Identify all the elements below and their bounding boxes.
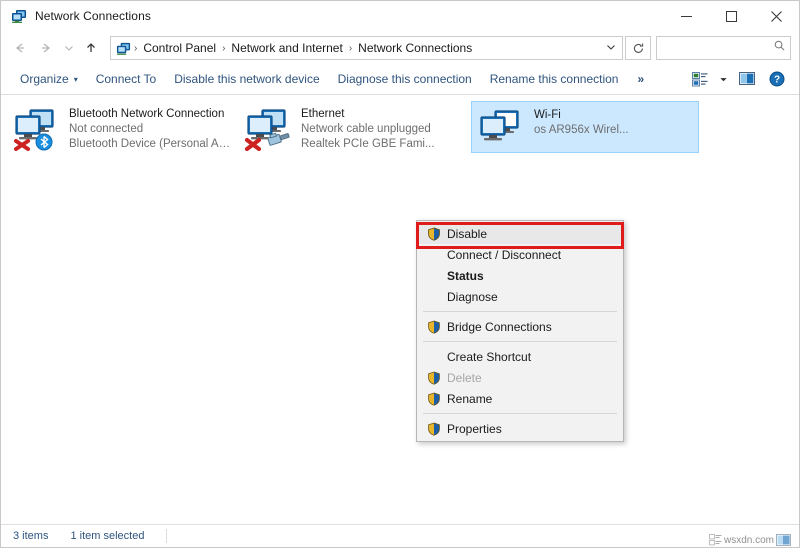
breadcrumb[interactable]: › Control Panel › Network and Internet ›… (110, 36, 623, 60)
menu-item-label: Properties (447, 422, 502, 436)
command-label: Organize (20, 72, 69, 86)
svg-text:?: ? (774, 75, 780, 86)
shield-icon (421, 227, 447, 241)
menu-item-label: Delete (447, 371, 482, 385)
back-button[interactable] (7, 35, 33, 61)
minimize-button[interactable] (664, 1, 709, 32)
refresh-button[interactable] (625, 36, 651, 60)
network-connections-window: Network Connections (0, 0, 800, 548)
connection-item-bluetooth[interactable]: Bluetooth Network Connection Not connect… (7, 101, 235, 153)
window-title: Network Connections (35, 9, 151, 23)
menu-item-label: Status (447, 269, 484, 283)
command-rename-this-connection[interactable]: Rename this connection (481, 67, 628, 91)
menu-item-bridge-connections[interactable]: Bridge Connections (417, 316, 623, 337)
search-icon (773, 39, 786, 57)
command-diagnose-this-connection[interactable]: Diagnose this connection (329, 67, 481, 91)
menu-item-create-shortcut[interactable]: Create Shortcut (417, 346, 623, 367)
menu-item-connect-disconnect[interactable]: Connect / Disconnect (417, 244, 623, 265)
view-caret-icon[interactable] (716, 67, 731, 91)
network-connections-icon (11, 8, 27, 24)
command-label: Diagnose this connection (338, 72, 472, 86)
menu-item-disable[interactable]: Disable (417, 223, 623, 244)
watermark-pane-icon (776, 534, 791, 546)
window-buttons (664, 1, 799, 32)
connection-name: Bluetooth Network Connection (69, 107, 231, 122)
shield-icon (421, 392, 447, 406)
maximize-button[interactable] (709, 1, 754, 32)
menu-item-properties[interactable]: Properties (417, 418, 623, 439)
connection-device: Realtek PCIe GBE Fami... (301, 137, 435, 152)
menu-separator (423, 311, 617, 312)
menu-item-rename[interactable]: Rename (417, 388, 623, 409)
chevron-down-icon[interactable] (602, 42, 620, 54)
command-connect-to[interactable]: Connect To (87, 67, 166, 91)
search-box[interactable] (656, 36, 791, 60)
help-icon[interactable]: ? (763, 67, 791, 91)
connection-status: Network cable unplugged (301, 122, 435, 137)
watermark-text: wsxdn.com (724, 535, 774, 546)
breadcrumb-item-network-connections[interactable]: Network Connections (353, 39, 477, 57)
menu-item-label: Connect / Disconnect (447, 248, 561, 262)
menu-item-status[interactable]: Status (417, 265, 623, 286)
watermark: wsxdn.com (709, 534, 791, 546)
command-organize[interactable]: Organize ▾ (11, 67, 87, 91)
status-bar: 3 items 1 item selected wsxdn.com (1, 524, 799, 547)
connection-item-wifi[interactable]: Wi-Fi os AR956x Wirel... (471, 101, 699, 153)
shield-icon (421, 422, 447, 436)
command-label: Connect To (96, 72, 157, 86)
menu-item-label: Create Shortcut (447, 350, 531, 364)
breadcrumb-network-icon (116, 41, 131, 56)
command-label: Disable this network device (174, 72, 319, 86)
command-bar-right-icons: ? (686, 67, 799, 91)
shield-icon (421, 320, 447, 334)
wifi-adapter-icon (478, 106, 528, 152)
command-label: Rename this connection (490, 72, 619, 86)
selection-label: 1 item selected (70, 530, 144, 542)
connections-list: Bluetooth Network Connection Not connect… (1, 95, 799, 524)
recent-locations-button[interactable] (59, 35, 78, 61)
preview-pane-icon[interactable] (733, 67, 761, 91)
title-bar: Network Connections (1, 1, 799, 32)
breadcrumb-item-network-and-internet[interactable]: Network and Internet (226, 39, 347, 57)
connection-tiles: Bluetooth Network Connection Not connect… (1, 95, 799, 153)
up-button[interactable] (78, 35, 104, 61)
command-overflow-button[interactable]: » (631, 67, 650, 91)
connection-name: Ethernet (301, 107, 435, 122)
network-adapter-icon (13, 105, 63, 151)
connection-status: Not connected (69, 122, 231, 137)
forward-button[interactable] (33, 35, 59, 61)
command-bar: Organize ▾ Connect To Disable this netwo… (1, 64, 799, 95)
connection-device: os AR956x Wirel... (534, 123, 629, 138)
status-divider (166, 529, 167, 543)
item-count-label: 3 items (13, 530, 48, 542)
menu-item-diagnose[interactable]: Diagnose (417, 286, 623, 307)
connection-name: Wi-Fi (534, 108, 629, 123)
menu-item-label: Rename (447, 392, 492, 406)
menu-item-delete: Delete (417, 367, 623, 388)
breadcrumb-item-control-panel[interactable]: Control Panel (138, 39, 221, 57)
menu-item-label: Disable (447, 227, 487, 241)
connection-text: Bluetooth Network Connection Not connect… (63, 105, 231, 152)
watermark-list-icon (709, 534, 722, 546)
menu-separator (423, 413, 617, 414)
connection-device: Bluetooth Device (Personal Area ... (69, 137, 231, 152)
menu-item-label: Bridge Connections (447, 320, 552, 334)
connection-text: Ethernet Network cable unplugged Realtek… (295, 105, 435, 152)
connection-item-ethernet[interactable]: Ethernet Network cable unplugged Realtek… (239, 101, 467, 153)
menu-separator (423, 341, 617, 342)
search-input[interactable] (663, 41, 773, 55)
network-adapter-icon (245, 105, 295, 151)
address-bar: › Control Panel › Network and Internet ›… (1, 32, 799, 64)
shield-icon (421, 371, 447, 385)
change-view-icon[interactable] (686, 67, 714, 91)
connection-text: Wi-Fi os AR956x Wirel... (528, 106, 629, 138)
command-disable-this-network-device[interactable]: Disable this network device (165, 67, 328, 91)
menu-item-label: Diagnose (447, 290, 498, 304)
close-button[interactable] (754, 1, 799, 32)
context-menu: Disable Connect / Disconnect Status Diag… (416, 220, 624, 442)
chevron-down-icon: ▾ (74, 75, 78, 84)
